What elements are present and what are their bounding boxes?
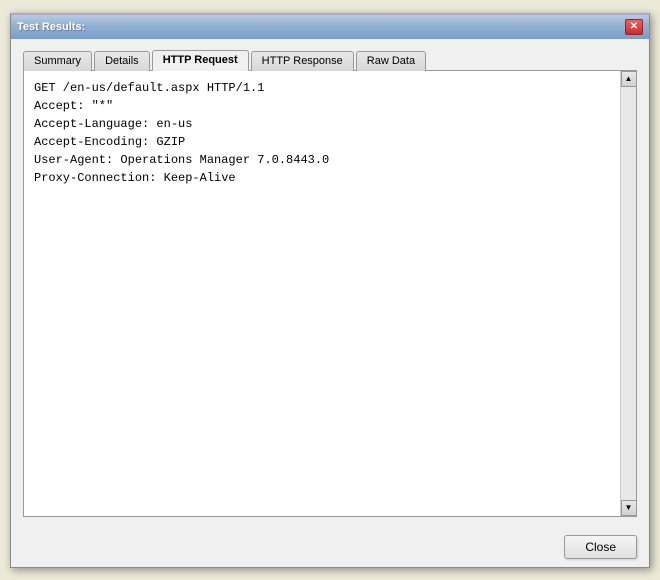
tab-bar: Summary Details HTTP Request HTTP Respon… [23, 49, 637, 71]
content-area: GET /en-us/default.aspx HTTP/1.1 Accept:… [23, 71, 637, 517]
dialog-footer: Close [11, 527, 649, 567]
test-results-dialog: Test Results: ✕ Summary Details HTTP Req… [10, 13, 650, 568]
dialog-title: Test Results: [17, 21, 85, 33]
http-request-content[interactable]: GET /en-us/default.aspx HTTP/1.1 Accept:… [24, 71, 620, 516]
dialog-body: Summary Details HTTP Request HTTP Respon… [11, 39, 649, 527]
title-bar-close-button[interactable]: ✕ [625, 19, 643, 35]
scroll-down-button[interactable]: ▼ [621, 500, 637, 516]
tab-summary[interactable]: Summary [23, 51, 92, 71]
scrollbar-track[interactable] [621, 87, 637, 500]
title-bar: Test Results: ✕ [11, 15, 649, 39]
tab-http-response[interactable]: HTTP Response [251, 51, 354, 71]
scrollbar: ▲ ▼ [620, 71, 636, 516]
close-button[interactable]: Close [564, 535, 637, 559]
tab-raw-data[interactable]: Raw Data [356, 51, 426, 71]
http-request-text: GET /en-us/default.aspx HTTP/1.1 Accept:… [34, 79, 610, 187]
tab-details[interactable]: Details [94, 51, 150, 71]
scroll-up-button[interactable]: ▲ [621, 71, 637, 87]
tab-http-request[interactable]: HTTP Request [152, 50, 249, 71]
